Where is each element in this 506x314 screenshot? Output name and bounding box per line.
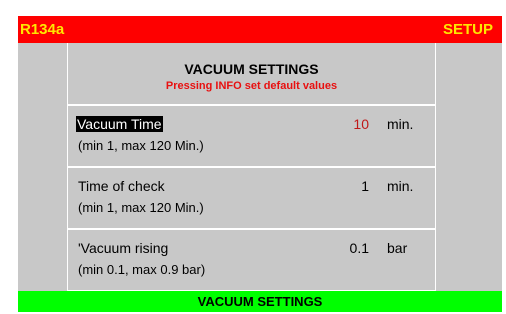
setting-row-vacuum-time[interactable]: Vacuum Time (min 1, max 120 Min.) 10 min… [68, 106, 435, 168]
setting-row-time-of-check[interactable]: Time of check (min 1, max 120 Min.) 1 mi… [68, 168, 435, 230]
page-title: VACUUM SETTINGS [184, 61, 319, 77]
footer-label: VACUUM SETTINGS [197, 294, 323, 309]
setting-value[interactable]: 0.1 [350, 240, 369, 256]
mode-label: SETUP [442, 21, 493, 38]
setting-label: Time of check [78, 178, 165, 194]
setting-unit: min. [387, 116, 414, 132]
setting-unit: min. [387, 178, 414, 194]
setting-unit: bar [387, 240, 408, 256]
setting-row-vacuum-rising[interactable]: 'Vacuum rising (min 0.1, max 0.9 bar) 0.… [68, 230, 435, 292]
device-screen: R134a SETUP VACUUM SETTINGS Pressing INF… [18, 16, 502, 312]
setting-value[interactable]: 10 [353, 116, 369, 132]
setting-value[interactable]: 1 [361, 178, 369, 194]
setting-range: (min 1, max 120 Min.) [78, 200, 204, 215]
status-footer: VACUUM SETTINGS [18, 291, 502, 312]
refrigerant-label: R134a [20, 21, 65, 38]
setting-range: (min 1, max 120 Min.) [78, 138, 204, 153]
top-bar: R134a SETUP [18, 16, 502, 43]
setting-label: 'Vacuum rising [78, 240, 169, 256]
setting-label: Vacuum Time [76, 116, 163, 132]
info-hint: Pressing INFO set default values [165, 80, 338, 92]
setting-range: (min 0.1, max 0.9 bar) [78, 262, 206, 277]
settings-panel: VACUUM SETTINGS Pressing INFO set defaul… [67, 43, 436, 292]
panel-header: VACUUM SETTINGS Pressing INFO set defaul… [68, 43, 435, 106]
